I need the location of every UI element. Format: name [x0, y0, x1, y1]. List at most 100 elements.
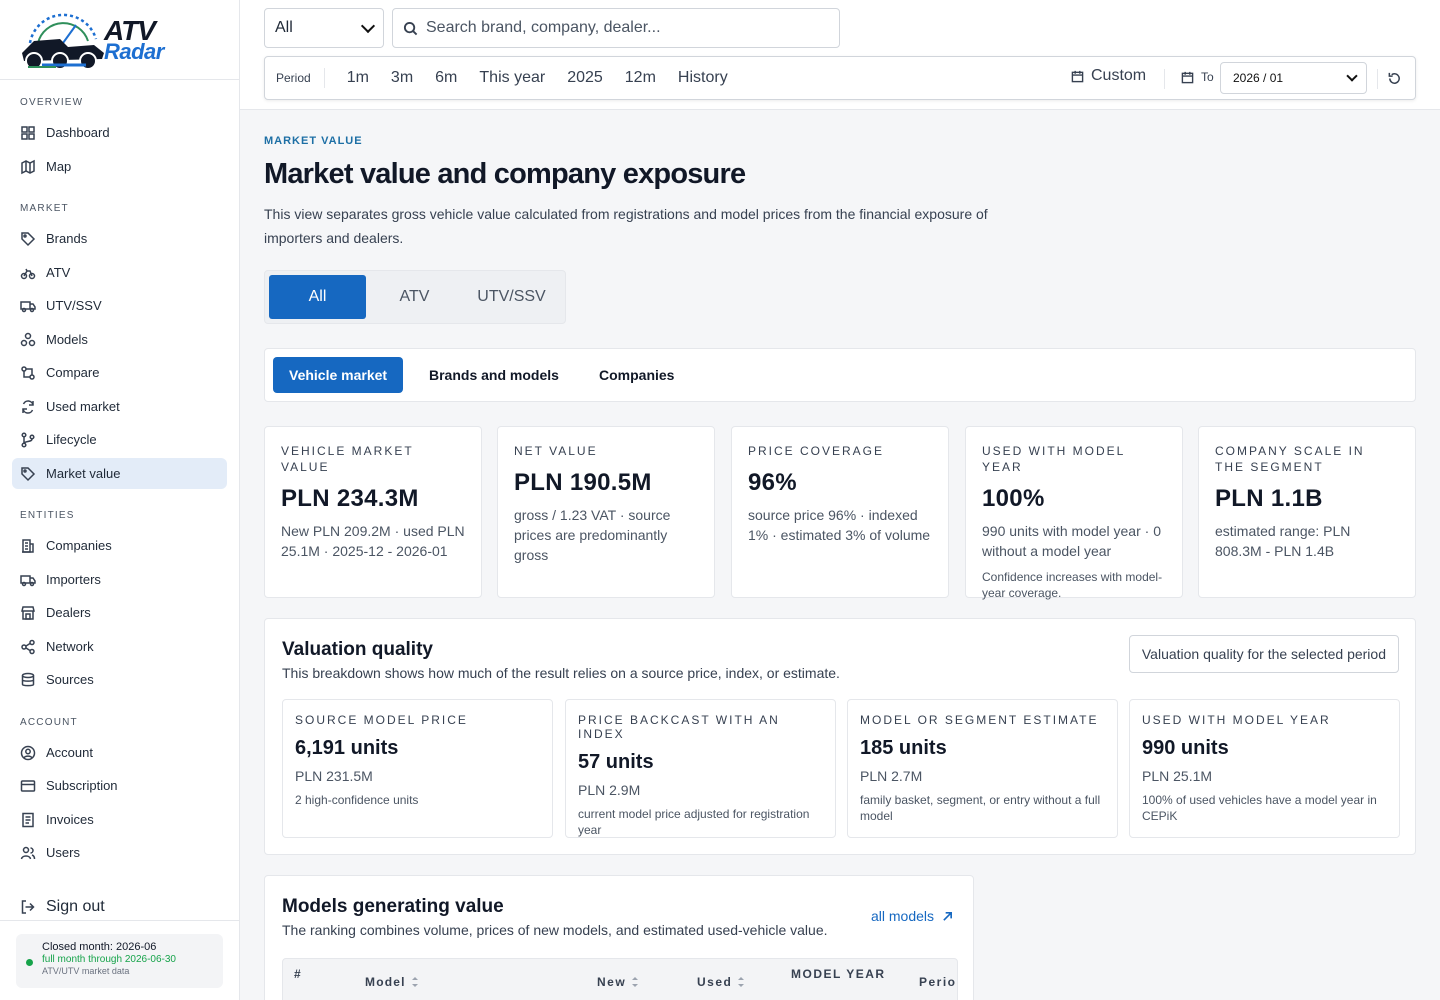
- sidebar-item-subscription[interactable]: Subscription: [12, 770, 227, 801]
- sidebar-item-invoices[interactable]: Invoices: [12, 804, 227, 835]
- logo[interactable]: ATV Radar: [0, 0, 239, 80]
- quality-card-segment-estimate: MODEL OR SEGMENT ESTIMATE 185 units PLN …: [847, 699, 1118, 838]
- sidebar-item-atv[interactable]: ATV: [12, 257, 227, 288]
- kpi-note: Confidence increases with model-year cov…: [982, 570, 1163, 600]
- reset-icon: [1388, 72, 1400, 84]
- category-select[interactable]: All: [264, 8, 384, 48]
- status-dot-icon: [26, 959, 33, 966]
- column-header-model[interactable]: Model: [365, 975, 419, 989]
- closed-month-title: Closed month: 2026-06: [42, 941, 157, 953]
- divider: [1377, 69, 1378, 89]
- sidebar-item-users[interactable]: Users: [12, 837, 227, 868]
- sort-icon: [738, 977, 745, 987]
- reset-button[interactable]: [1387, 71, 1403, 87]
- quality-card-source-price: SOURCE MODEL PRICE 6,191 units PLN 231.5…: [282, 699, 553, 838]
- period-option-history[interactable]: History: [678, 69, 728, 87]
- period-label: Period: [265, 68, 325, 88]
- quality-card-label: PRICE BACKCAST WITH AN INDEX: [578, 713, 780, 741]
- truck-icon: [20, 574, 36, 586]
- quality-card-label: USED WITH MODEL YEAR: [1142, 713, 1331, 727]
- tab-vehicle-market[interactable]: Vehicle market: [273, 357, 404, 393]
- section-description: The ranking combines volume, prices of n…: [282, 922, 828, 938]
- top-bar: All Search brand, company, dealer... Per…: [240, 0, 1440, 110]
- sidebar-item-models[interactable]: Models: [12, 324, 227, 355]
- section-description: This breakdown shows how much of the res…: [282, 665, 840, 681]
- sidebar-item-dashboard[interactable]: Dashboard: [12, 117, 227, 148]
- sidebar-item-label: UTV/SSV: [46, 298, 102, 313]
- sidebar-item-label: Subscription: [46, 778, 118, 793]
- to-date-select[interactable]: 2026 / 01: [1220, 62, 1367, 94]
- sort-icon: [411, 977, 419, 987]
- closed-month-status: full month through 2026-06-30: [42, 954, 176, 965]
- sidebar-item-account[interactable]: Account: [12, 737, 227, 768]
- sidebar-item-market-value[interactable]: Market value: [12, 458, 227, 489]
- kpi-sub: estimated range: PLN 808.3M - PLN 1.4B: [1215, 523, 1351, 559]
- database-icon: [21, 672, 35, 686]
- sign-out-button[interactable]: Sign out: [12, 892, 227, 922]
- sidebar-item-map[interactable]: Map: [12, 151, 227, 182]
- sidebar-item-brands[interactable]: Brands: [12, 223, 227, 254]
- quality-card-units: 990 units: [1142, 737, 1229, 759]
- all-models-link[interactable]: all models: [871, 908, 953, 924]
- sidebar-item-used-market[interactable]: Used market: [12, 391, 227, 422]
- sidebar-item-label: Dashboard: [46, 125, 110, 140]
- search-icon: [403, 21, 418, 35]
- period-option-3m[interactable]: 3m: [391, 69, 413, 87]
- sidebar-item-label: Models: [46, 332, 88, 347]
- quality-card-label: SOURCE MODEL PRICE: [295, 713, 468, 727]
- file-icon: [22, 812, 34, 827]
- sidebar-item-compare[interactable]: Compare: [12, 357, 227, 388]
- column-header-new[interactable]: New: [597, 975, 639, 989]
- kpi-sub: New PLN 209.2M · used PLN 25.1M · 2025-1…: [281, 523, 465, 559]
- page-title: Market value and company exposure: [264, 158, 746, 190]
- closed-month-note: ATV/UTV market data: [42, 966, 130, 976]
- sidebar-item-label: Used market: [46, 399, 120, 414]
- custom-period-button[interactable]: Custom: [1071, 67, 1146, 85]
- sidebar-item-companies[interactable]: Companies: [12, 530, 227, 561]
- models-table-header: # Model New Used MODEL YEAR Perio: [282, 958, 958, 1000]
- to-date-value: 2026 / 01: [1233, 71, 1284, 85]
- kpi-label: PRICE COVERAGE: [748, 444, 885, 458]
- column-header-used[interactable]: Used: [697, 975, 745, 989]
- column-header-model-year[interactable]: MODEL YEAR: [791, 967, 886, 981]
- kpi-label: NET VALUE: [514, 444, 598, 458]
- sidebar-item-dealers[interactable]: Dealers: [12, 597, 227, 628]
- period-option-6m[interactable]: 6m: [435, 69, 457, 87]
- quality-card-note: family basket, segment, or entry without…: [860, 793, 1101, 823]
- to-label-wrap: To: [1181, 70, 1214, 84]
- calendar-icon: [1181, 71, 1194, 83]
- users-icon: [20, 846, 36, 859]
- calendar-icon: [1071, 70, 1084, 82]
- sign-out-icon: [21, 900, 35, 914]
- period-option-12m[interactable]: 12m: [625, 69, 656, 87]
- segment-all[interactable]: All: [269, 275, 366, 319]
- sidebar-item-network[interactable]: Network: [12, 631, 227, 662]
- kpi-card-used-with-model-year: USED WITH MODEL YEAR 100% 990 units with…: [965, 426, 1183, 600]
- page-eyebrow: MARKET VALUE: [264, 135, 363, 147]
- tab-brands-and-models[interactable]: Brands and models: [413, 357, 575, 393]
- sidebar: ATV Radar OVERVIEW Dashboard Map MARKET …: [0, 0, 240, 1000]
- valuation-quality-panel: Valuation quality This breakdown shows h…: [264, 618, 1416, 855]
- chevron-down-icon: [1346, 70, 1358, 82]
- period-option-this-year[interactable]: This year: [479, 69, 545, 87]
- kpi-sub: source price 96% · indexed 1% · estimate…: [748, 507, 931, 543]
- category-select-value: All: [275, 19, 293, 36]
- period-option-2025[interactable]: 2025: [567, 69, 603, 87]
- card-icon: [20, 779, 36, 792]
- sidebar-item-importers[interactable]: Importers: [12, 564, 227, 595]
- segment-utv-ssv[interactable]: UTV/SSV: [463, 275, 560, 319]
- column-header-period[interactable]: Perio: [919, 975, 957, 989]
- kpi-value: 96%: [748, 469, 797, 496]
- section-title: Models generating value: [282, 896, 504, 917]
- sidebar-item-lifecycle[interactable]: Lifecycle: [12, 424, 227, 455]
- segment-atv[interactable]: ATV: [366, 275, 463, 319]
- period-option-1m[interactable]: 1m: [347, 69, 369, 87]
- tag-icon: [21, 231, 36, 246]
- models-panel: Models generating value The ranking comb…: [264, 875, 974, 1000]
- sidebar-item-utv-ssv[interactable]: UTV/SSV: [12, 290, 227, 321]
- sidebar-item-sources[interactable]: Sources: [12, 664, 227, 695]
- kpi-card-company-scale: COMPANY SCALE IN THE SEGMENT PLN 1.1B es…: [1198, 426, 1416, 598]
- quality-card-amount: PLN 2.9M: [578, 782, 641, 798]
- tab-companies[interactable]: Companies: [583, 357, 690, 393]
- search-input[interactable]: Search brand, company, dealer...: [392, 8, 840, 48]
